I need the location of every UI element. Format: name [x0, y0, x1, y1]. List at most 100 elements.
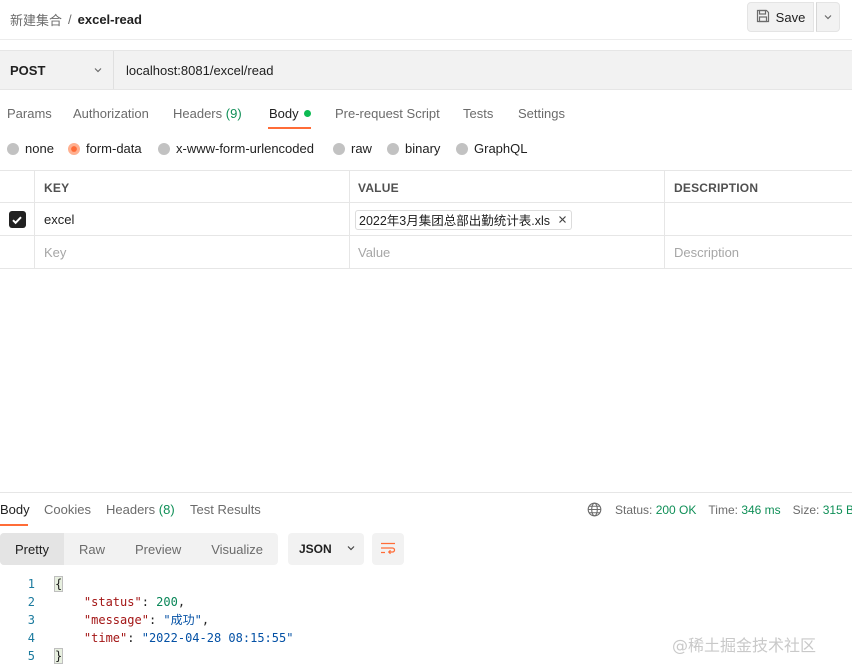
save-group: Save [747, 2, 840, 32]
method-label: POST [10, 62, 46, 78]
radio-urlencoded-label: x-www-form-urlencoded [176, 141, 314, 156]
body-indicator-dot [303, 110, 311, 117]
json-key-status: "status" [83, 595, 142, 609]
value-placeholder-input[interactable]: Value [350, 236, 665, 269]
request-name[interactable]: excel-read [78, 12, 142, 27]
radio-form-data-label: form-data [86, 141, 142, 156]
top-bar: 新建集合 / excel-read Save [0, 0, 852, 40]
resp-active-underline [0, 524, 28, 526]
save-options-button[interactable] [816, 2, 840, 32]
time-label: Time: [708, 502, 738, 517]
line-number: 2 [27, 595, 35, 609]
radio-urlencoded[interactable]: x-www-form-urlencoded [158, 141, 314, 156]
active-tab-underline [268, 127, 311, 129]
radio-graphql[interactable]: GraphQL [456, 141, 527, 156]
chevron-down-icon [346, 542, 356, 556]
format-label: JSON [299, 542, 332, 556]
line-content: } [53, 647, 64, 665]
radio-urlencoded-circle [158, 142, 170, 155]
view-tab-raw[interactable]: Raw [64, 533, 120, 565]
line-number: 4 [27, 631, 35, 645]
line-number: 5 [27, 649, 35, 663]
header-key: KEY [35, 171, 350, 204]
chevron-down-icon [93, 63, 103, 78]
table-row-empty: Key Value Description [0, 236, 852, 269]
wrap-lines-icon [380, 541, 396, 558]
status-value[interactable]: 200 OK [656, 503, 697, 517]
code-line: 1 { [0, 575, 852, 593]
code-line: 3 "message": "成功", [0, 611, 852, 629]
radio-raw[interactable]: raw [333, 141, 372, 156]
resp-tab-test-results[interactable]: Test Results [190, 502, 261, 517]
row-description-input[interactable] [665, 203, 852, 236]
radio-binary-label: binary [405, 141, 441, 156]
time-value[interactable]: 346 ms [741, 503, 780, 517]
radio-raw-circle [333, 142, 345, 155]
header-check-cell [0, 171, 35, 204]
file-chip[interactable]: 2022年3月集团总部出勤统计表.xls [355, 209, 573, 230]
watermark: @稀土掘金技术社区 [672, 636, 817, 655]
format-select[interactable]: JSON [288, 533, 364, 565]
wrap-lines-button[interactable] [372, 533, 404, 565]
radio-form-data[interactable]: form-data [68, 141, 142, 156]
form-data-table: KEY VALUE DESCRIPTION excel 2022年3月集团总部出… [0, 170, 852, 269]
tab-settings[interactable]: Settings [518, 106, 565, 121]
tab-body-label: Body [269, 106, 299, 121]
tab-prerequest[interactable]: Pre-request Script [335, 106, 440, 121]
chevron-down-icon [823, 10, 833, 25]
code-line: 2 "status": 200, [0, 593, 852, 611]
save-button[interactable]: Save [747, 2, 814, 32]
close-brace: } [53, 648, 64, 664]
view-tab-preview[interactable]: Preview [120, 533, 196, 565]
resp-tab-headers-label: Headers [106, 502, 156, 517]
checkbox-checked-icon[interactable] [8, 211, 26, 228]
json-value-status: 200 [156, 595, 178, 609]
breadcrumb-collection[interactable]: 新建集合 [10, 10, 62, 29]
row-key-input[interactable]: excel [35, 203, 350, 236]
file-name: 2022年3月集团总部出勤统计表.xls [359, 214, 551, 228]
view-tab-pretty[interactable]: Pretty [0, 533, 64, 565]
save-label: Save [775, 9, 806, 25]
resp-tab-cookies[interactable]: Cookies [44, 502, 91, 517]
tab-tests[interactable]: Tests [463, 106, 493, 121]
size-value[interactable]: 315 B [823, 503, 852, 517]
close-icon[interactable] [558, 213, 567, 227]
radio-form-data-circle [68, 142, 80, 155]
radio-graphql-circle [456, 142, 468, 155]
tab-authorization[interactable]: Authorization [73, 106, 149, 121]
key-placeholder-input[interactable]: Key [35, 236, 350, 269]
radio-graphql-label: GraphQL [474, 141, 528, 156]
status-label: Status: [615, 502, 653, 517]
resp-tab-headers-count: (8) [158, 502, 175, 517]
radio-none[interactable]: none [7, 141, 54, 156]
open-brace: { [53, 576, 64, 592]
url-input[interactable]: localhost:8081/excel/read [126, 63, 273, 78]
view-tab-visualize[interactable]: Visualize [196, 533, 278, 565]
radio-none-circle [7, 142, 19, 155]
json-key-message: "message" [83, 613, 149, 627]
radio-binary[interactable]: binary [387, 141, 440, 156]
row-value-cell: 2022年3月集团总部出勤统计表.xls [350, 203, 665, 236]
globe-icon[interactable] [587, 502, 602, 517]
line-content: "message": "成功", [83, 613, 210, 627]
table-header-row: KEY VALUE DESCRIPTION [0, 170, 852, 204]
radio-none-label: none [25, 141, 54, 156]
save-icon [756, 9, 770, 26]
line-number: 1 [27, 577, 35, 591]
table-row: excel 2022年3月集团总部出勤统计表.xls [0, 203, 852, 236]
body-type-selector: none form-data x-www-form-urlencoded raw… [0, 141, 852, 159]
line-content: "time": "2022-04-28 08:15:55" [83, 631, 294, 645]
tab-headers-count: (9) [225, 106, 242, 121]
method-select[interactable]: POST [0, 51, 114, 89]
description-placeholder-input[interactable]: Description [665, 236, 852, 269]
tab-headers[interactable]: Headers (9) [173, 106, 242, 121]
json-key-time: "time" [83, 631, 128, 645]
row-check-cell [0, 203, 35, 236]
tab-body[interactable]: Body [269, 106, 311, 121]
header-value: VALUE [350, 171, 665, 204]
radio-binary-circle [387, 142, 399, 155]
resp-tab-headers[interactable]: Headers (8) [106, 502, 175, 517]
resp-tab-body[interactable]: Body [0, 502, 30, 517]
tab-params[interactable]: Params [7, 106, 52, 121]
json-value-time: "2022-04-28 08:15:55" [141, 631, 294, 645]
